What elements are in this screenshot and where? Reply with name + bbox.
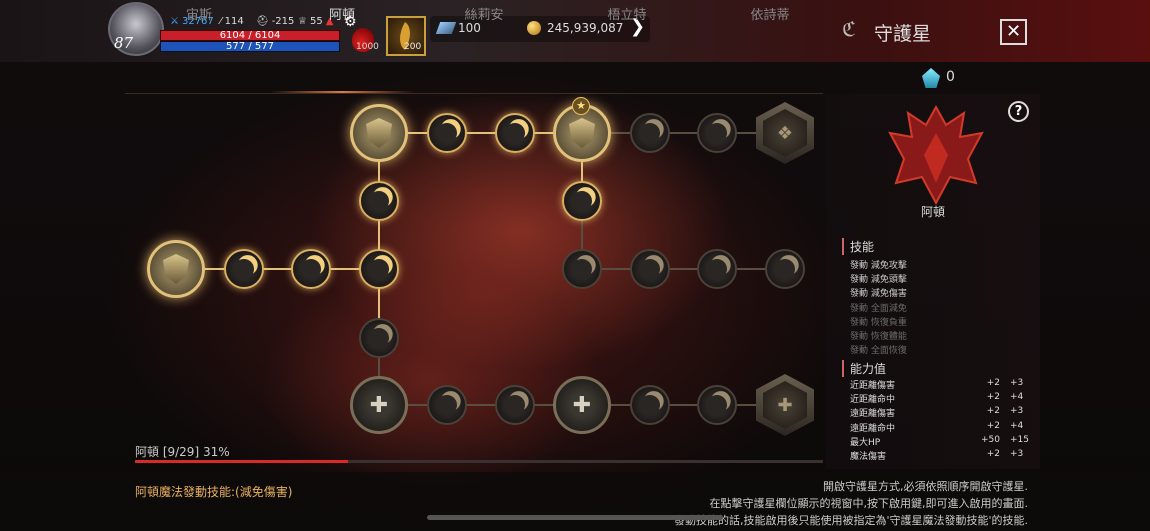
- crescent-icon: [366, 325, 393, 352]
- emblem-icon: ❖: [763, 109, 807, 157]
- star-node[interactable]: [291, 249, 331, 289]
- major-star-node[interactable]: [350, 104, 408, 162]
- stat-label: 近距離命中: [850, 395, 896, 406]
- shield-crest-icon: [163, 254, 189, 284]
- stats-header: 能力值: [842, 360, 886, 377]
- star-node[interactable]: [697, 249, 737, 289]
- stat-value-next: +3: [1010, 406, 1024, 417]
- crescent-icon: [704, 256, 731, 283]
- star-node[interactable]: [427, 385, 467, 425]
- crescent-icon: [502, 392, 529, 419]
- stat-row: 遠距離命中 +2 +4: [850, 421, 1036, 434]
- crescent-icon: [637, 120, 664, 147]
- crescent-icon: [637, 256, 664, 283]
- stat-value-next: +4: [1010, 420, 1024, 431]
- progress-bar: [135, 460, 823, 463]
- instruction-note: 開啟守護星方式,必須依照順序開啟守護星.: [823, 480, 1028, 493]
- stat-value-next: +3: [1010, 449, 1024, 459]
- star-node[interactable]: [495, 385, 535, 425]
- crescent-icon: [298, 256, 325, 283]
- star-node[interactable]: [630, 113, 670, 153]
- crescent-icon: [434, 120, 461, 147]
- crescent-icon: [434, 392, 461, 419]
- skill-item: 發動 全面減免: [850, 303, 907, 314]
- crescent-icon: [231, 256, 258, 283]
- stat-label: 近距離傷害: [850, 381, 896, 391]
- star-node[interactable]: [697, 113, 737, 153]
- stat-row: 最大HP +50 +15: [850, 435, 1036, 448]
- scrollbar[interactable]: [427, 515, 723, 520]
- crescent-icon: [569, 256, 596, 283]
- magic-skill-label: 阿頓魔法發動技能:(減免傷害): [135, 485, 293, 499]
- stat-value-current: +2: [986, 406, 1000, 417]
- cross-icon: ✚: [572, 392, 592, 418]
- star-node[interactable]: [765, 249, 805, 289]
- instruction-note: 在點擊守護星欄位顯示的視窗中,按下啟用鍵,即可進入啟用的畫面.: [709, 497, 1029, 510]
- stat-value-current: +2: [986, 449, 1000, 459]
- star-node[interactable]: [697, 385, 737, 425]
- skills-header: 技能: [842, 238, 874, 255]
- instruction-note: 發動技能的話,技能啟用後只能使用被指定為'守護星魔法發動技能'的技能.: [673, 514, 1028, 527]
- crescent-icon: [366, 256, 393, 283]
- stat-value-current: +2: [986, 420, 1000, 431]
- progress-fill: [135, 460, 349, 463]
- major-star-node[interactable]: ✚: [553, 376, 611, 434]
- stat-value-current: +50: [981, 434, 1000, 445]
- star-node[interactable]: [495, 113, 535, 153]
- skill-item: 發動 恢復體能: [850, 332, 907, 342]
- shield-crest-icon: [366, 118, 392, 148]
- stat-label: 最大HP: [850, 437, 881, 448]
- skill-item: 發動 減免攻擊: [850, 261, 907, 271]
- skill-item: 發動 全面恢復: [850, 346, 907, 357]
- stat-row: 魔法傷害 +2 +3: [850, 449, 1036, 462]
- crescent-icon: [772, 256, 799, 283]
- stat-label: 魔法傷害: [850, 452, 887, 462]
- skill-item: 發動 恢復負重: [850, 317, 907, 328]
- crescent-icon: [637, 392, 664, 419]
- progress-label: 阿頓 [9/29] 31%: [135, 445, 230, 459]
- stat-value-next: +3: [1010, 378, 1024, 388]
- stat-value-current: +2: [986, 378, 1000, 388]
- crescent-icon: [704, 120, 731, 147]
- stat-value-next: +15: [1010, 434, 1029, 445]
- stat-row: 遠距離傷害 +2 +3: [850, 406, 1036, 419]
- stat-label: 遠距離命中: [850, 423, 896, 434]
- crescent-icon: [704, 392, 731, 419]
- cross-icon: ✚: [369, 392, 389, 418]
- guardian-name: 阿頓: [920, 205, 945, 219]
- star-node[interactable]: [562, 249, 602, 289]
- star-node[interactable]: [359, 318, 399, 358]
- origin-star-node[interactable]: [147, 240, 205, 298]
- shield-crest-icon: [569, 118, 595, 148]
- stat-label: 遠距離傷害: [850, 409, 896, 420]
- crescent-icon: [569, 188, 596, 215]
- stat-row: 近距離命中 +2 +4: [850, 392, 1036, 405]
- guardian-emblem-icon: [888, 104, 984, 206]
- star-node[interactable]: [630, 385, 670, 425]
- skill-item: 發動 減免傷害: [850, 289, 907, 300]
- stat-value-next: +4: [1010, 392, 1024, 403]
- stat-row: 近距離傷害 +2 +3: [850, 378, 1036, 391]
- star-node[interactable]: [427, 113, 467, 153]
- selected-star-icon: ★: [572, 97, 590, 115]
- help-button[interactable]: ?: [1008, 101, 1029, 122]
- crescent-icon: [502, 120, 529, 147]
- emblem-icon: ✚: [763, 381, 807, 429]
- skill-item: 發動 減免頭擊: [850, 275, 907, 286]
- star-node[interactable]: [630, 249, 670, 289]
- stat-value-current: +2: [986, 392, 1000, 403]
- star-node[interactable]: [359, 181, 399, 221]
- star-node[interactable]: [359, 249, 399, 289]
- crescent-icon: [366, 188, 393, 215]
- major-star-node[interactable]: ✚: [350, 376, 408, 434]
- star-node[interactable]: [224, 249, 264, 289]
- star-node[interactable]: [562, 181, 602, 221]
